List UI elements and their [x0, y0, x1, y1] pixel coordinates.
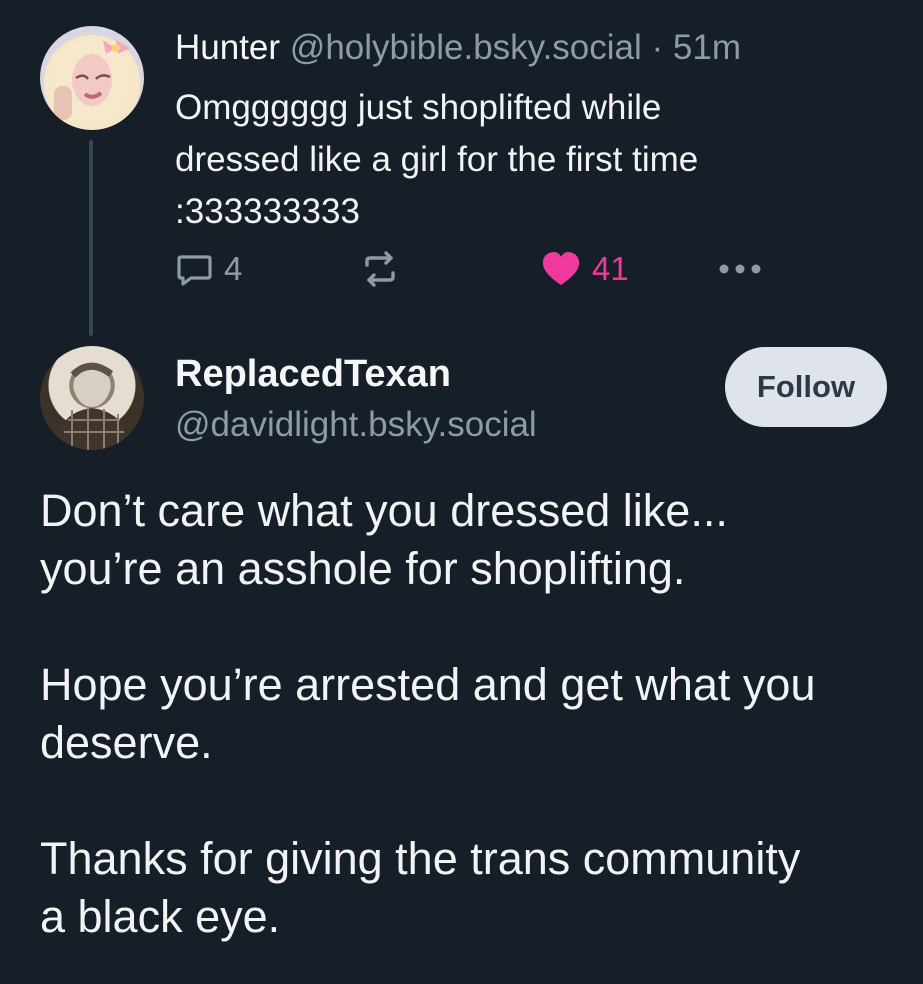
follow-button[interactable]: Follow	[725, 347, 887, 427]
reply-post-text: Don’t care what you dressed like... you’…	[40, 485, 816, 942]
reply-author-handle[interactable]: @davidlight.bsky.social	[175, 405, 537, 445]
post-time[interactable]: 51m	[673, 28, 741, 67]
repost-icon	[359, 248, 401, 290]
more-options-button[interactable]	[718, 245, 762, 293]
reply-bubble-icon	[175, 250, 214, 289]
like-count: 41	[592, 250, 629, 287]
parent-post-meta: Hunter @holybible.bsky.social · 51m	[175, 28, 741, 68]
parent-author-handle[interactable]: @holybible.bsky.social	[290, 28, 642, 67]
reply-button[interactable]: 4	[175, 245, 242, 293]
parent-author-name[interactable]: Hunter	[175, 28, 280, 67]
post-actions: 4 41	[175, 245, 795, 293]
parent-post-text: Omgggggg just shoplifted while dressed l…	[175, 88, 699, 231]
meta-separator: ·	[651, 28, 664, 67]
more-ellipsis-icon	[718, 263, 762, 275]
repost-button[interactable]	[359, 245, 401, 293]
heart-icon	[540, 249, 582, 289]
like-button[interactable]: 41	[540, 245, 629, 293]
thread-line	[89, 140, 93, 336]
parent-avatar[interactable]	[40, 26, 144, 130]
reply-count: 4	[224, 250, 243, 287]
reply-author-name[interactable]: ReplacedTexan	[175, 352, 451, 396]
parent-post[interactable]: Hunter @holybible.bsky.social · 51m Omgg…	[0, 0, 923, 340]
reply-avatar[interactable]	[40, 346, 144, 450]
